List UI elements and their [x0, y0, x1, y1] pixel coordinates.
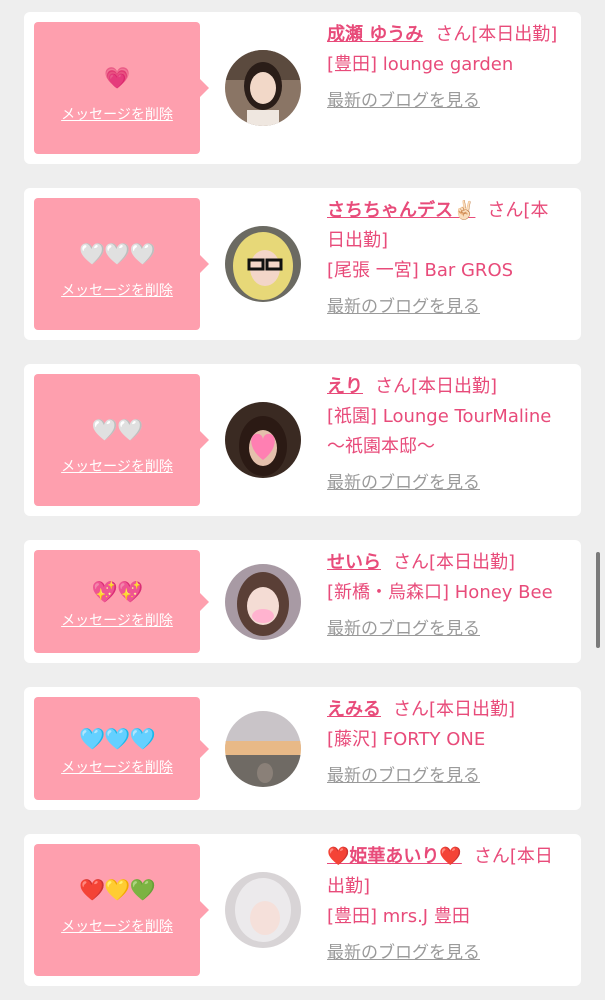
cast-name-link[interactable]: さちちゃんデス✌🏻 — [327, 200, 475, 221]
message-bubble: 💗 メッセージを削除 — [34, 22, 209, 154]
avatar-photo — [225, 226, 301, 302]
latest-blog-link[interactable]: 最新のブログを見る — [327, 938, 563, 968]
cast-info: えみる さん[本日出勤] [藤沢] FORTY ONE 最新のブログを見る — [327, 695, 563, 791]
cast-name-link[interactable]: えみる — [327, 699, 381, 720]
message-bubble: 🩵🩵🩵 メッセージを削除 — [34, 697, 209, 800]
heart-emoji: 🤍🤍🤍 — [79, 242, 155, 266]
delete-message-link[interactable]: メッセージを削除 — [34, 918, 200, 936]
delete-message-link[interactable]: メッセージを削除 — [34, 282, 200, 300]
cast-name-link[interactable]: せいら — [327, 552, 381, 573]
delete-message-link[interactable]: メッセージを削除 — [34, 759, 200, 777]
avatar-photo — [225, 564, 301, 640]
message-card: 💖💖 メッセージを削除 せいら さん[本日出勤] [新橋・烏森口] Honey B… — [24, 540, 581, 663]
avatar-photo — [225, 872, 301, 948]
avatar-photo — [225, 50, 301, 126]
avatar-photo — [225, 402, 301, 478]
cast-info: 成瀬 ゆうみ さん[本日出勤] [豊田] lounge garden 最新のブログ… — [327, 20, 563, 116]
avatar[interactable] — [225, 50, 301, 126]
heart-emoji: 💗 — [104, 66, 130, 90]
latest-blog-link[interactable]: 最新のブログを見る — [327, 292, 563, 322]
message-bubble: 🤍🤍🤍 メッセージを削除 — [34, 198, 209, 330]
heart-emoji: 🤍🤍 — [91, 418, 143, 442]
cast-name-link[interactable]: ❤️姫華あいり❤️ — [327, 846, 462, 867]
scrollbar[interactable] — [596, 552, 600, 648]
cast-info: せいら さん[本日出勤] [新橋・烏森口] Honey Bee 最新のブログを見る — [327, 548, 563, 644]
cast-info: ❤️姫華あいり❤️ さん[本日出勤] [豊田] mrs.J 豊田 最新のブログを見… — [327, 842, 563, 968]
message-bubble: 🤍🤍 メッセージを削除 — [34, 374, 209, 506]
avatar[interactable] — [225, 402, 301, 478]
venue-text: [豊田] lounge garden — [327, 54, 514, 75]
avatar-photo — [225, 711, 301, 787]
cast-name-link[interactable]: 成瀬 ゆうみ — [327, 24, 423, 45]
cast-name-link[interactable]: えり — [327, 376, 363, 397]
venue-text: [藤沢] FORTY ONE — [327, 729, 486, 750]
latest-blog-link[interactable]: 最新のブログを見る — [327, 468, 563, 498]
cast-info: さちちゃんデス✌🏻 さん[本日出勤] [尾張 一宮] Bar GROS 最新のブロ… — [327, 196, 563, 322]
latest-blog-link[interactable]: 最新のブログを見る — [327, 86, 563, 116]
latest-blog-link[interactable]: 最新のブログを見る — [327, 761, 563, 791]
san-suffix: さん — [473, 846, 510, 867]
cast-info: えり さん[本日出勤] [祇園] Lounge TourMaline 〜祇園本邸〜… — [327, 372, 563, 498]
heart-emoji: 🩵🩵🩵 — [79, 727, 155, 751]
message-card: 💗 メッセージを削除 成瀬 ゆうみ さん[本日出勤] [豊田] lounge ga… — [24, 12, 581, 164]
san-suffix: さん — [375, 376, 411, 397]
avatar[interactable] — [225, 226, 301, 302]
venue-text: [祇園] Lounge TourMaline 〜祇園本邸〜 — [327, 406, 552, 457]
delete-message-link[interactable]: メッセージを削除 — [34, 612, 200, 630]
message-bubble: ❤️💛💚 メッセージを削除 — [34, 844, 209, 976]
work-status: [本日出勤] — [429, 552, 516, 573]
delete-message-link[interactable]: メッセージを削除 — [34, 458, 200, 476]
message-bubble: 💖💖 メッセージを削除 — [34, 550, 209, 653]
san-suffix: さん — [487, 200, 524, 221]
heart-emoji: 💖💖 — [91, 580, 143, 604]
message-card: 🤍🤍🤍 メッセージを削除 さちちゃんデス✌🏻 さん[本日出勤] [尾張 一宮] B… — [24, 188, 581, 340]
san-suffix: さん — [393, 699, 429, 720]
message-card: 🩵🩵🩵 メッセージを削除 えみる さん[本日出勤] [藤沢] FORTY ONE … — [24, 687, 581, 810]
venue-text: [豊田] mrs.J 豊田 — [327, 906, 470, 927]
work-status: [本日出勤] — [471, 24, 558, 45]
venue-text: [新橋・烏森口] Honey Bee — [327, 582, 553, 603]
work-status: [本日出勤] — [429, 699, 516, 720]
message-card: 🤍🤍 メッセージを削除 えり さん[本日出勤] [祇園] Lounge TourM… — [24, 364, 581, 516]
latest-blog-link[interactable]: 最新のブログを見る — [327, 614, 563, 644]
work-status: [本日出勤] — [411, 376, 498, 397]
san-suffix: さん — [393, 552, 429, 573]
san-suffix: さん — [435, 24, 472, 45]
message-card: ❤️💛💚 メッセージを削除 ❤️姫華あいり❤️ さん[本日出勤] [豊田] mrs… — [24, 834, 581, 986]
venue-text: [尾張 一宮] Bar GROS — [327, 260, 514, 281]
heart-emoji: ❤️💛💚 — [79, 878, 155, 902]
avatar[interactable] — [225, 564, 301, 640]
delete-message-link[interactable]: メッセージを削除 — [34, 106, 200, 124]
avatar[interactable] — [225, 711, 301, 787]
avatar[interactable] — [225, 872, 301, 948]
